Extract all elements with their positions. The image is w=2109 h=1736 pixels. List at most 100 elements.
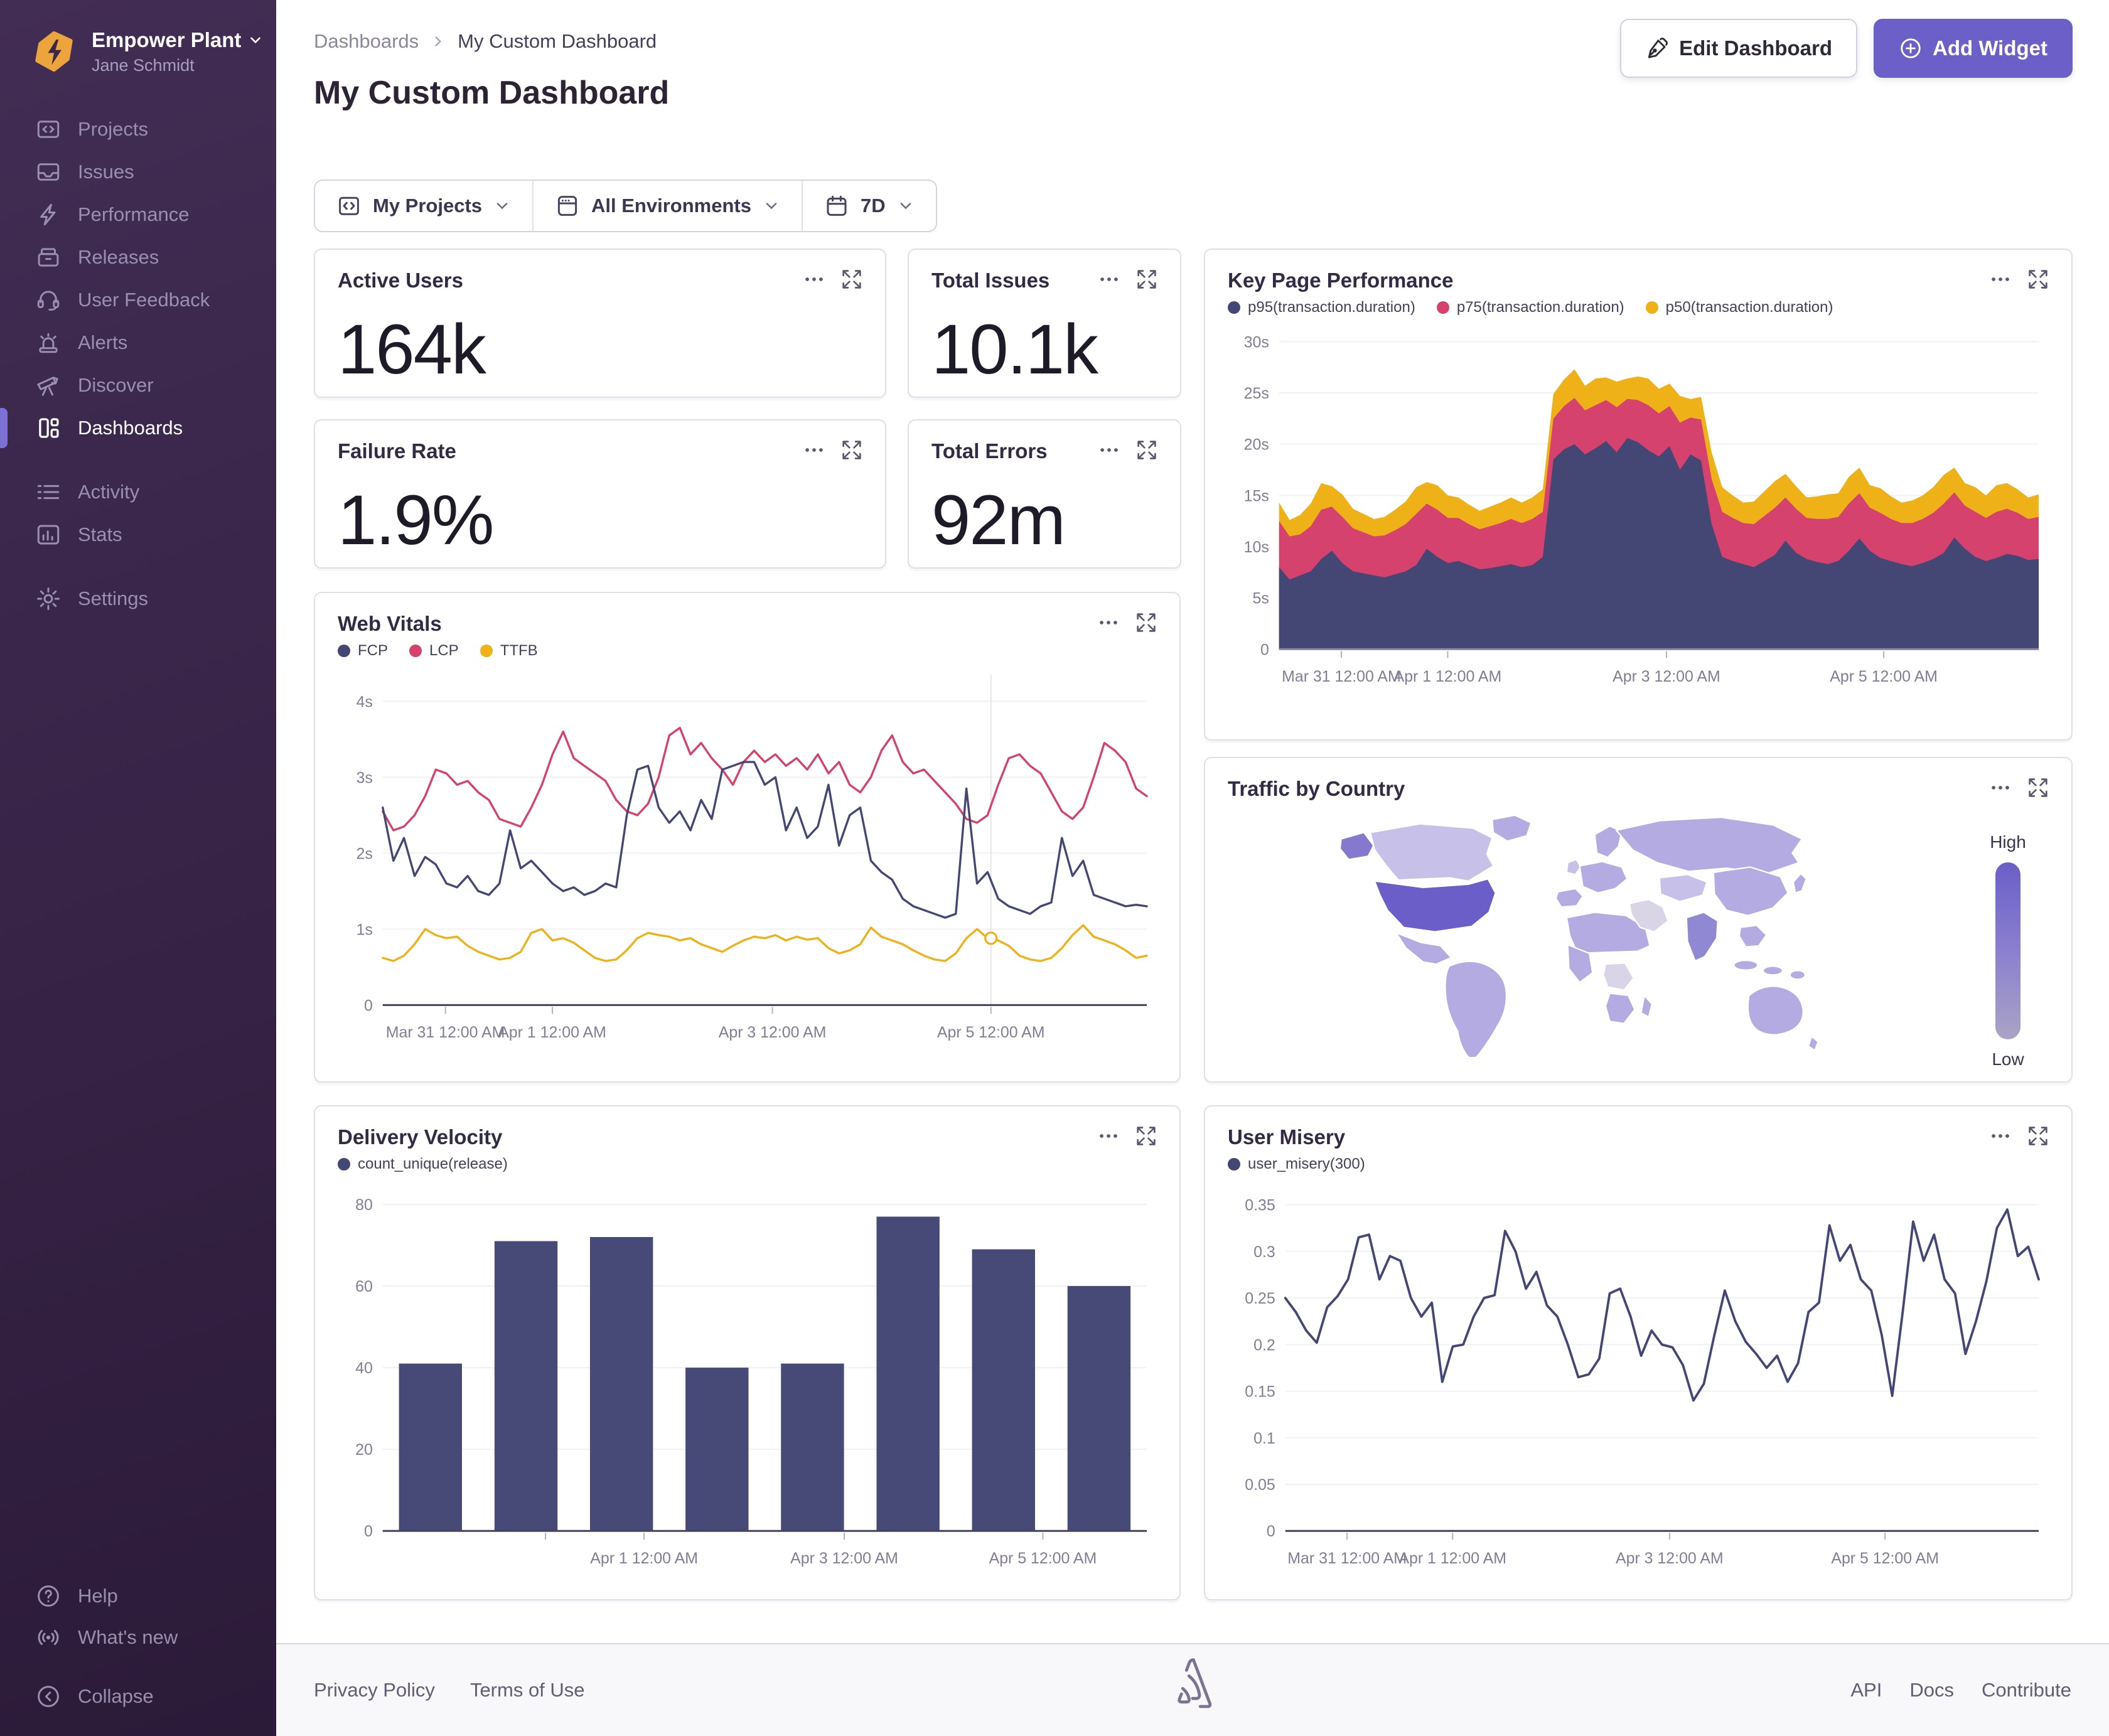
widget-menu-button[interactable] — [1098, 612, 1119, 633]
privacy-policy-link[interactable]: Privacy Policy — [314, 1679, 435, 1701]
widget-title: Total Issues — [931, 269, 1050, 292]
widget-user-misery: User Misery user_misery(300) 0 0.05 0.1 0.1… — [1204, 1105, 2073, 1600]
expand-icon[interactable] — [1136, 269, 1157, 290]
widget-total-issues: Total Issues 10.1k — [908, 249, 1181, 398]
web-vitals-chart[interactable]: 0 1s 2s 3s 4s Mar 31 12:00 AM Apr 1 12:00 AM Ap… — [338, 663, 1157, 1051]
svg-text:0.35: 0.35 — [1245, 1197, 1275, 1214]
chevron-right-icon — [430, 33, 446, 50]
widget-menu-button[interactable] — [803, 269, 825, 290]
sidebar-item-whats-new[interactable]: What's new — [0, 1617, 276, 1658]
docs-link[interactable]: Docs — [1909, 1679, 1954, 1701]
sidebar-item-activity[interactable]: Activity — [0, 471, 276, 513]
sidebar-item-releases[interactable]: Releases — [0, 236, 276, 279]
user-misery-chart[interactable]: 0 0.05 0.1 0.15 0.2 0.25 0.3 0.35 Mar 31 12:00 A… — [1228, 1177, 2049, 1577]
sidebar-item-label: Issues — [78, 161, 134, 183]
add-widget-button[interactable]: Add Widget — [1874, 19, 2073, 78]
projects-filter[interactable]: My Projects — [315, 181, 532, 231]
stat-value: 10.1k — [931, 310, 1098, 388]
country-nz — [1808, 1036, 1819, 1051]
expand-icon[interactable] — [1136, 439, 1157, 461]
gear-icon — [35, 586, 62, 612]
widget-menu-button[interactable] — [1098, 269, 1120, 290]
chevron-down-icon — [250, 36, 261, 43]
country-central-europe — [1579, 860, 1628, 894]
expand-icon[interactable] — [841, 439, 862, 461]
chart-legend: p95(transaction.duration) p75(transactio… — [1228, 299, 2049, 316]
delivery-velocity-chart[interactable]: 0 20 40 60 80 Apr 1 12:00 AM Apr 3 12:00 AM Apr… — [338, 1177, 1157, 1577]
sidebar-item-label: Dashboards — [78, 417, 183, 439]
key-page-performance-chart[interactable]: 0 5s 10s 15s 20s 25s 30s Mar 31 12:00 AM Apr 1 1… — [1228, 320, 2049, 695]
legend-label: p95(transaction.duration) — [1248, 299, 1415, 316]
svg-text:40: 40 — [355, 1359, 373, 1377]
widget-menu-button[interactable] — [1098, 439, 1120, 461]
svg-text:Apr 1 12:00 AM: Apr 1 12:00 AM — [1394, 668, 1502, 685]
svg-text:Apr 5 12:00 AM: Apr 5 12:00 AM — [937, 1024, 1045, 1041]
sidebar-item-dashboards[interactable]: Dashboards — [0, 407, 276, 449]
legend-low-label: Low — [1992, 1049, 2024, 1069]
api-link[interactable]: API — [1850, 1679, 1882, 1701]
svg-text:15s: 15s — [1244, 487, 1269, 505]
sidebar-item-help[interactable]: Help — [0, 1575, 276, 1617]
environments-filter-label: All Environments — [591, 195, 751, 217]
country-png — [1789, 970, 1806, 980]
broadcast-icon — [35, 1624, 62, 1651]
expand-icon[interactable] — [1135, 612, 1157, 633]
chart-legend: count_unique(release) — [338, 1155, 1157, 1173]
world-map[interactable] — [1228, 803, 1967, 1057]
widget-menu-button[interactable] — [1990, 269, 2011, 290]
sidebar-collapse-button[interactable]: Collapse — [0, 1676, 276, 1717]
widget-menu-button[interactable] — [1990, 1125, 2011, 1147]
country-drc — [1602, 962, 1634, 991]
expand-icon[interactable] — [2027, 777, 2049, 798]
stat-value: 92m — [931, 481, 1066, 559]
sidebar-item-label: Activity — [78, 481, 140, 503]
sidebar: Empower Plant Jane Schmidt Projects Issu… — [0, 0, 276, 1736]
sidebar-item-settings[interactable]: Settings — [0, 577, 276, 620]
date-range-label: 7D — [860, 195, 886, 217]
widget-delivery-velocity: Delivery Velocity count_unique(release) … — [314, 1105, 1181, 1600]
widget-menu-button[interactable] — [1990, 777, 2011, 798]
add-widget-label: Add Widget — [1933, 36, 2047, 60]
archive-icon — [35, 244, 62, 271]
projects-icon — [35, 116, 62, 142]
org-name: Empower Plant — [92, 28, 242, 51]
widget-menu-button[interactable] — [1098, 1125, 1119, 1147]
date-range-filter[interactable]: 7D — [801, 181, 936, 231]
sidebar-item-stats[interactable]: Stats — [0, 513, 276, 556]
sidebar-item-issues[interactable]: Issues — [0, 151, 276, 193]
sidebar-item-performance[interactable]: Performance — [0, 193, 276, 236]
sidebar-item-discover[interactable]: Discover — [0, 364, 276, 407]
edit-dashboard-button[interactable]: Edit Dashboard — [1620, 19, 1857, 78]
widget-title: User Misery — [1228, 1125, 1346, 1149]
sidebar-item-user-feedback[interactable]: User Feedback — [0, 279, 276, 321]
breadcrumb-current: My Custom Dashboard — [458, 30, 657, 52]
sidebar-item-projects[interactable]: Projects — [0, 108, 276, 151]
svg-text:80: 80 — [355, 1196, 373, 1214]
sidebar-nav: Projects Issues Performance Releases Use… — [0, 108, 276, 620]
expand-icon[interactable] — [2027, 1125, 2049, 1147]
country-australia — [1747, 985, 1804, 1036]
widget-menu-button[interactable] — [803, 439, 825, 461]
gradient-scale — [1995, 862, 2020, 1039]
sidebar-item-alerts[interactable]: Alerts — [0, 321, 276, 364]
svg-text:0: 0 — [1267, 1523, 1275, 1540]
legend-label: TTFB — [500, 642, 538, 659]
breadcrumb-dashboards-link[interactable]: Dashboards — [314, 30, 419, 53]
contribute-link[interactable]: Contribute — [1982, 1679, 2071, 1701]
help-icon — [35, 1583, 62, 1609]
environments-filter[interactable]: All Environments — [532, 181, 802, 231]
expand-icon[interactable] — [2027, 269, 2049, 290]
expand-icon[interactable] — [841, 269, 862, 290]
expand-icon[interactable] — [1135, 1125, 1157, 1147]
lightning-icon — [35, 201, 62, 228]
org-switcher[interactable]: Empower Plant Jane Schmidt — [0, 0, 276, 75]
org-identity: Empower Plant Jane Schmidt — [92, 28, 264, 75]
svg-text:Apr 1 12:00 AM: Apr 1 12:00 AM — [590, 1550, 698, 1567]
country-india — [1685, 911, 1719, 962]
widget-title: Traffic by Country — [1228, 777, 1405, 800]
legend-label: count_unique(release) — [358, 1155, 508, 1172]
svg-text:Apr 3 12:00 AM: Apr 3 12:00 AM — [1613, 668, 1720, 685]
telescope-icon — [35, 372, 62, 399]
terms-of-use-link[interactable]: Terms of Use — [470, 1679, 585, 1701]
svg-text:4s: 4s — [357, 693, 373, 710]
